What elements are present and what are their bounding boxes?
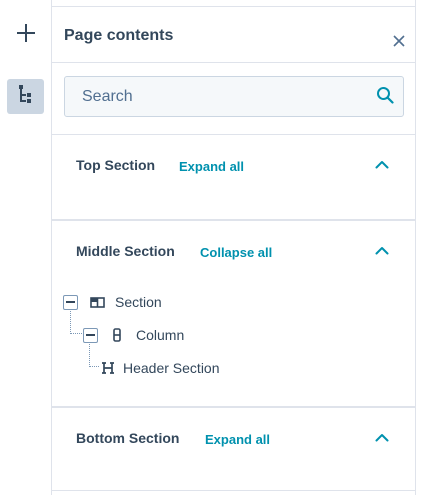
middle-section: Middle Section Collapse all Section Colu… bbox=[52, 219, 416, 407]
tree-node-label: Column bbox=[136, 327, 185, 343]
heading-icon bbox=[100, 360, 116, 376]
collapse-section-button[interactable] bbox=[372, 428, 392, 448]
column-icon bbox=[109, 327, 125, 343]
close-button[interactable] bbox=[389, 33, 409, 53]
top-section: Top Section Expand all bbox=[52, 134, 416, 220]
collapse-section-button[interactable] bbox=[372, 155, 392, 175]
tree-structure-icon bbox=[18, 84, 34, 109]
tree-row-section[interactable]: Section bbox=[63, 291, 162, 313]
section-title: Top Section bbox=[76, 157, 156, 173]
plus-icon bbox=[16, 23, 36, 48]
add-button[interactable] bbox=[9, 18, 43, 52]
section-layout-icon bbox=[89, 294, 105, 310]
panel-bottom-divider bbox=[52, 490, 416, 491]
chevron-up-icon bbox=[375, 429, 389, 447]
collapse-toggle[interactable] bbox=[83, 327, 98, 343]
search-box bbox=[64, 76, 404, 117]
collapse-toggle[interactable] bbox=[63, 294, 78, 310]
expand-all-link[interactable]: Expand all bbox=[205, 432, 270, 447]
page-contents-toggle-button[interactable] bbox=[7, 79, 44, 114]
right-gutter bbox=[416, 0, 432, 495]
bottom-section: Bottom Section Expand all bbox=[52, 406, 416, 492]
chevron-up-icon bbox=[375, 156, 389, 174]
search-input[interactable] bbox=[65, 77, 365, 116]
page-tree: Section Column Header Section bbox=[52, 221, 416, 409]
tree-node-label: Section bbox=[115, 294, 162, 310]
section-title: Bottom Section bbox=[76, 430, 180, 446]
close-icon bbox=[393, 34, 405, 52]
page-contents-panel: Page contents Top Section Expand all Mid… bbox=[52, 0, 416, 495]
panel-header: Page contents bbox=[52, 7, 416, 63]
search-button[interactable] bbox=[375, 86, 395, 109]
tree-row-header-section[interactable]: Header Section bbox=[100, 357, 220, 379]
tree-node-label: Header Section bbox=[123, 360, 220, 376]
panel-title: Page contents bbox=[64, 27, 174, 44]
expand-all-link[interactable]: Expand all bbox=[179, 159, 244, 174]
tree-row-column[interactable]: Column bbox=[83, 324, 184, 346]
search-icon bbox=[376, 86, 394, 109]
left-rail bbox=[0, 0, 52, 495]
